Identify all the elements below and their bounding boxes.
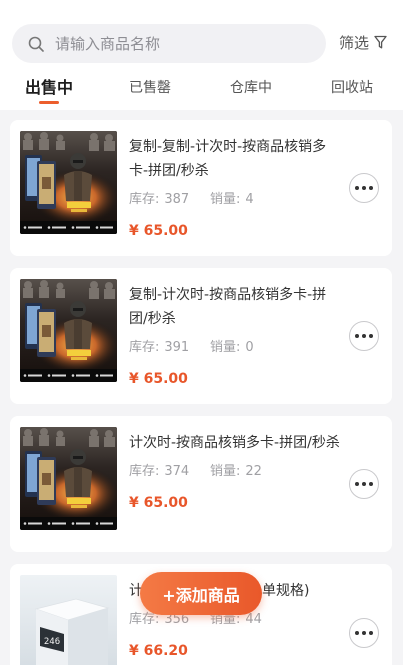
- sales: 销量: 0: [210, 338, 254, 358]
- sales-value: 22: [245, 464, 262, 479]
- product-meta: 库存: 391 销量: 0: [129, 338, 344, 358]
- more-icon-dot: [369, 482, 373, 486]
- more-icon-dot: [369, 186, 373, 190]
- product-image[interactable]: [20, 279, 117, 382]
- tab-warehouse[interactable]: 仓库中: [201, 76, 301, 100]
- more-icon-dot: [362, 186, 366, 190]
- more-icon-dot: [369, 631, 373, 635]
- filter-label: 筛选: [339, 33, 370, 52]
- stock-value: 391: [164, 340, 190, 355]
- search-icon: [28, 36, 44, 52]
- product-price: ¥ 65.00: [129, 371, 188, 387]
- product-image[interactable]: [20, 131, 117, 234]
- sales-value: 4: [245, 192, 254, 207]
- sales-label: 销量:: [210, 340, 241, 355]
- stock: 库存: 374: [129, 462, 210, 482]
- more-button[interactable]: [349, 321, 379, 351]
- product-meta: 库存: 374 销量: 22: [129, 462, 344, 482]
- product-image[interactable]: 246: [20, 575, 117, 665]
- product-card[interactable]: 计次时-按商品核销多卡-拼团/秒杀 库存: 374 销量: 22 ¥ 65.00: [10, 416, 392, 552]
- product-info: 计次时-按商品核销多卡-拼团/秒杀 库存: 374 销量: 22 ¥ 65.00: [129, 431, 344, 514]
- product-price: ¥ 66.20: [129, 643, 188, 659]
- more-icon-dot: [362, 482, 366, 486]
- stock-label: 库存:: [129, 340, 160, 355]
- header: 筛选 出售中 已售罄 仓库中 回收站: [0, 0, 403, 110]
- tab-sold-out[interactable]: 已售罄: [100, 76, 200, 100]
- product-price: ¥ 65.00: [129, 495, 188, 511]
- more-icon: [355, 186, 359, 190]
- product-card[interactable]: 复制-计次时-按商品核销多卡-拼 团/秒杀 库存: 391 销量: 0 ¥ 65.0…: [10, 268, 392, 404]
- product-info: 复制-计次时-按商品核销多卡-拼 团/秒杀 库存: 391 销量: 0 ¥ 65.0…: [129, 283, 344, 390]
- sales-label: 销量:: [210, 192, 241, 207]
- stock-label: 库存:: [129, 192, 160, 207]
- add-product-button[interactable]: +添加商品: [140, 572, 262, 615]
- product-title-line: 复制-复制-计次时-按商品核销多: [129, 139, 327, 155]
- stock-label: 库存:: [129, 464, 160, 479]
- more-icon: [355, 631, 359, 635]
- stock-value: 387: [164, 192, 190, 207]
- product-card[interactable]: 复制-复制-计次时-按商品核销多 卡-拼团/秒杀 库存: 387 销量: 4 ¥ 6…: [10, 120, 392, 256]
- product-price: ¥ 65.00: [129, 223, 188, 239]
- tab-on-sale[interactable]: 出售中: [0, 76, 99, 100]
- more-icon: [355, 334, 359, 338]
- sales-label: 销量:: [210, 464, 241, 479]
- more-button[interactable]: [349, 173, 379, 203]
- filter-button[interactable]: 筛选: [339, 30, 387, 54]
- active-tab-indicator: [39, 101, 59, 104]
- search-bar[interactable]: [12, 24, 326, 63]
- more-icon-dot: [362, 334, 366, 338]
- product-title-end: 单规格): [262, 583, 310, 599]
- sales-value: 44: [245, 612, 262, 627]
- product-info: 复制-复制-计次时-按商品核销多 卡-拼团/秒杀 库存: 387 销量: 4 ¥ 6…: [129, 135, 344, 242]
- more-icon-dot: [369, 334, 373, 338]
- search-input[interactable]: [55, 24, 315, 63]
- more-button[interactable]: [349, 469, 379, 499]
- product-title-line: 计次时-按商品核销多卡-拼团/秒杀: [129, 435, 340, 451]
- stock-label: 库存:: [129, 612, 160, 627]
- device-screen-text: 246: [44, 637, 60, 647]
- product-meta: 库存: 387 销量: 4: [129, 190, 344, 210]
- product-image[interactable]: [20, 427, 117, 530]
- stock: 库存: 387: [129, 190, 210, 210]
- more-icon: [355, 482, 359, 486]
- filter-icon: [374, 35, 387, 49]
- product-title-line: 卡-拼团/秒杀: [129, 163, 209, 179]
- tab-recycle-bin[interactable]: 回收站: [302, 76, 402, 100]
- sales: 销量: 22: [210, 462, 262, 482]
- product-title-line: 复制-计次时-按商品核销多卡-拼: [129, 287, 327, 303]
- sales-value: 0: [245, 340, 254, 355]
- product-title-line: 团/秒杀: [129, 311, 176, 327]
- stock: 库存: 391: [129, 338, 210, 358]
- sales: 销量: 4: [210, 190, 254, 210]
- more-icon-dot: [362, 631, 366, 635]
- stock-value: 374: [164, 464, 190, 479]
- more-button[interactable]: [349, 618, 379, 648]
